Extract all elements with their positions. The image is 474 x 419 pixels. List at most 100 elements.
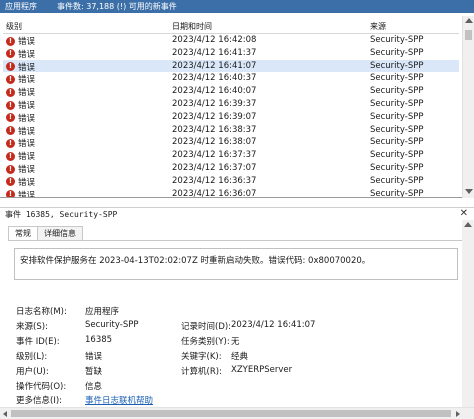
datetime-cell: 2023/4/12 16:40:07: [172, 86, 257, 97]
detail-horizontal-scrollbar[interactable]: [0, 407, 474, 419]
level-value: 错误: [85, 352, 103, 362]
source-cell: Security-SPP: [370, 124, 424, 135]
column-header-datetime[interactable]: 日期和时间: [172, 21, 212, 32]
level-cell: ! 错误: [6, 112, 35, 124]
detail-tabs: 常规 详细信息: [8, 226, 83, 240]
source-cell: Security-SPP: [370, 137, 424, 148]
source-cell: Security-SPP: [370, 111, 424, 122]
level-cell: ! 错误: [6, 150, 35, 162]
table-row[interactable]: ! 错误 2023/4/12 16:38:37 Security-SPP: [3, 124, 459, 137]
level-cell: ! 错误: [6, 176, 35, 188]
computer-value: XZYERPServer: [231, 365, 293, 375]
event-count: 事件数: 37,188 (!) 可用的新事件: [57, 2, 177, 11]
level-text: 错误: [18, 152, 36, 163]
table-row[interactable]: ! 错误 2023/4/12 16:40:07 Security-SPP: [3, 85, 459, 98]
level-label: 级别(L):: [16, 352, 48, 362]
source-cell: Security-SPP: [370, 163, 424, 173]
scroll-up-arrow-icon[interactable]: [465, 18, 473, 23]
datetime-cell: 2023/4/12 16:36:37: [172, 175, 257, 186]
column-header-level[interactable]: 级别: [6, 21, 22, 32]
source-cell: Security-SPP: [370, 188, 424, 198]
task-category-label: 任务类别(Y):: [181, 337, 230, 347]
datetime-cell: 2023/4/12 16:39:37: [172, 99, 257, 109]
error-icon: !: [6, 113, 15, 123]
table-row[interactable]: ! 错误 2023/4/12 16:36:07 Security-SPP: [3, 188, 459, 198]
column-header-source[interactable]: 来源: [370, 21, 386, 32]
table-row[interactable]: ! 错误 2023/4/12 16:38:07 Security-SPP: [3, 136, 459, 149]
table-row[interactable]: ! 错误 2023/4/12 16:41:37 Security-SPP: [3, 47, 459, 60]
user-label: 用户(U):: [16, 367, 49, 377]
table-row[interactable]: ! 错误 2023/4/12 16:39:07 Security-SPP: [3, 111, 459, 124]
event-id-value: 16385: [85, 335, 113, 345]
table-row[interactable]: ! 错误 2023/4/12 16:41:07 Security-SPP: [3, 59, 459, 73]
event-detail-title-text: 事件 16385, Security-SPP: [5, 209, 118, 219]
scroll-thumb[interactable]: [11, 410, 451, 417]
level-text: 错误: [18, 126, 36, 137]
keywords-label: 关键字(K):: [181, 352, 222, 362]
event-id-label: 事件 ID(E):: [16, 337, 60, 347]
table-row[interactable]: ! 错误 2023/4/12 16:39:37 Security-SPP: [3, 98, 459, 111]
grid-vertical-scrollbar[interactable]: [462, 16, 474, 198]
event-description[interactable]: 安排软件保护服务在 2023-04-13T02:02:07Z 时重新启动失败。错…: [14, 248, 458, 280]
logged-label: 记录时间(D):: [181, 322, 232, 332]
logged-value: 2023/4/12 16:41:07: [231, 320, 316, 330]
level-text: 错误: [18, 165, 36, 175]
level-cell: ! 错误: [6, 163, 35, 175]
computer-label: 计算机(R):: [181, 367, 222, 377]
datetime-cell: 2023/4/12 16:38:07: [172, 137, 257, 148]
source-cell: Security-SPP: [370, 175, 424, 186]
scroll-up-arrow-icon[interactable]: [464, 222, 472, 227]
error-icon: !: [6, 138, 15, 148]
scroll-left-arrow-icon[interactable]: [3, 411, 7, 417]
level-text: 错误: [18, 88, 36, 99]
tab-general[interactable]: 常规: [8, 226, 38, 240]
log-header-bar: 应用程序 事件数: 37,188 (!) 可用的新事件: [0, 0, 474, 13]
error-icon: !: [6, 126, 15, 136]
table-row[interactable]: ! 错误 2023/4/12 16:36:37 Security-SPP: [3, 175, 459, 188]
table-row[interactable]: ! 错误 2023/4/12 16:37:07 Security-SPP: [3, 162, 459, 175]
error-icon: !: [6, 177, 15, 187]
error-icon: !: [6, 164, 15, 174]
level-cell: ! 错误: [6, 137, 35, 149]
keywords-value: 经典: [231, 352, 249, 362]
level-text: 错误: [18, 101, 36, 111]
event-grid[interactable]: 级别 日期和时间 来源 ! 错误 2023/4/12 16:42:08 Securit…: [0, 16, 474, 198]
level-text: 错误: [18, 113, 36, 124]
level-cell: ! 错误: [6, 125, 35, 137]
level-cell: ! 错误: [6, 48, 35, 60]
datetime-cell: 2023/4/12 16:41:37: [172, 47, 257, 58]
error-icon: !: [6, 62, 15, 72]
more-info-label: 更多信息(I):: [16, 396, 63, 406]
source-label: 来源(S):: [16, 322, 48, 332]
detail-vertical-scrollbar[interactable]: [462, 220, 474, 407]
datetime-cell: 2023/4/12 16:40:37: [172, 73, 257, 84]
level-text: 错误: [18, 177, 36, 188]
close-icon[interactable]: ✕: [460, 208, 468, 219]
scroll-right-arrow-icon[interactable]: [456, 411, 460, 417]
source-value: Security-SPP: [85, 320, 139, 330]
tab-details[interactable]: 详细信息: [37, 226, 83, 240]
scroll-down-arrow-icon[interactable]: [465, 189, 473, 194]
source-cell: Security-SPP: [370, 60, 424, 71]
opcode-label: 操作代码(O):: [16, 382, 67, 392]
error-icon: !: [6, 190, 15, 197]
opcode-value: 信息: [85, 382, 103, 392]
datetime-cell: 2023/4/12 16:39:07: [172, 111, 257, 122]
level-cell: ! 错误: [6, 99, 35, 111]
table-row[interactable]: ! 错误 2023/4/12 16:37:37 Security-SPP: [3, 149, 459, 162]
datetime-cell: 2023/4/12 16:38:37: [172, 124, 257, 135]
level-cell: ! 错误: [6, 86, 35, 98]
log-name-label: 日志名称(M):: [16, 307, 67, 317]
online-help-link[interactable]: 事件日志联机帮助: [85, 394, 153, 406]
source-cell: Security-SPP: [370, 73, 424, 84]
scroll-thumb[interactable]: [465, 30, 472, 40]
level-text: 错误: [18, 62, 36, 73]
table-row[interactable]: ! 错误 2023/4/12 16:40:37 Security-SPP: [3, 72, 459, 85]
grid-header: 级别 日期和时间 来源: [3, 18, 459, 34]
table-row[interactable]: ! 错误 2023/4/12 16:42:08 Security-SPP: [3, 34, 459, 47]
source-cell: Security-SPP: [370, 86, 424, 97]
tab-divider: [8, 240, 462, 241]
error-icon: !: [6, 49, 15, 59]
level-cell: ! 错误: [6, 189, 35, 197]
source-cell: Security-SPP: [370, 99, 424, 109]
